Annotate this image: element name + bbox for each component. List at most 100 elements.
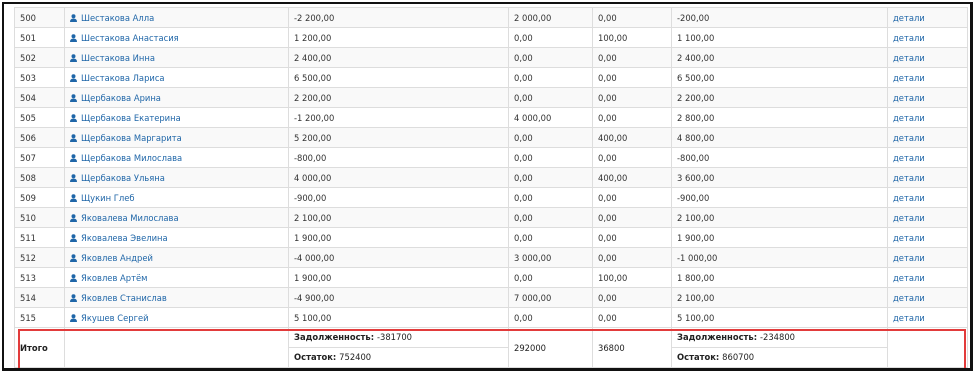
totals-start-cell: Задолженность: -381700 Остаток: 752400 — [288, 327, 509, 368]
details-link[interactable]: детали — [893, 53, 925, 63]
person-link[interactable]: Яковалева Милослава — [70, 213, 179, 223]
person-link[interactable]: Шестакова Инна — [70, 53, 155, 63]
row-start-value: -800,00 — [288, 147, 509, 168]
row-col3-value: 0,00 — [592, 187, 672, 208]
person-link[interactable]: Яковалева Эвелина — [70, 233, 168, 243]
row-name-cell: Шестакова Алла — [64, 7, 289, 28]
totals-section: Итого Задолженность: -381700 Остаток: 75… — [14, 327, 968, 368]
details-link[interactable]: детали — [893, 113, 925, 123]
row-details-cell: детали — [887, 187, 968, 208]
row-id: 508 — [14, 167, 65, 188]
row-col2-value: 7 000,00 — [508, 287, 593, 308]
details-link[interactable]: детали — [893, 13, 925, 23]
row-col2-value: 0,00 — [508, 127, 593, 148]
details-link[interactable]: детали — [893, 293, 925, 303]
accounts-table: 500 Шестакова Алла -2 200,00 2 000,00 0,00 -2… — [14, 7, 968, 368]
details-link[interactable]: детали — [893, 133, 925, 143]
row-col2-value: 0,00 — [508, 67, 593, 88]
row-col3-value: 0,00 — [592, 87, 672, 108]
person-link[interactable]: Шестакова Анастасия — [70, 33, 179, 43]
details-link[interactable]: детали — [893, 213, 925, 223]
row-details-cell: детали — [887, 7, 968, 28]
debt-end-value: -234800 — [759, 332, 795, 342]
row-col3-value: 0,00 — [592, 307, 672, 328]
totals-row: Итого Задолженность: -381700 Остаток: 75… — [14, 327, 968, 368]
user-icon — [70, 113, 77, 122]
row-col3-value: 0,00 — [592, 207, 672, 228]
row-col3-value: 0,00 — [592, 147, 672, 168]
table-row: 504 Щербакова Арина 2 200,00 0,00 0,00 2 200,… — [14, 87, 968, 108]
row-start-value: 2 200,00 — [288, 87, 509, 108]
row-start-value: 2 100,00 — [288, 207, 509, 228]
row-col2-value: 0,00 — [508, 147, 593, 168]
row-name-cell: Щербакова Милослава — [64, 147, 289, 168]
row-end-value: 2 200,00 — [671, 87, 888, 108]
row-end-value: 2 100,00 — [671, 287, 888, 308]
row-details-cell: детали — [887, 287, 968, 308]
details-link[interactable]: детали — [893, 313, 925, 323]
person-link[interactable]: Щербакова Екатерина — [70, 113, 181, 123]
row-col3-value: 0,00 — [592, 47, 672, 68]
row-end-value: 5 100,00 — [671, 307, 888, 328]
table-row: 507 Щербакова Милослава -800,00 0,00 0,00 -80… — [14, 147, 968, 168]
person-link[interactable]: Шестакова Лариса — [70, 73, 165, 83]
row-start-value: -2 200,00 — [288, 7, 509, 28]
user-icon — [70, 233, 77, 242]
details-link[interactable]: детали — [893, 253, 925, 263]
user-icon — [70, 173, 77, 182]
table-row: 511 Яковалева Эвелина 1 900,00 0,00 0,00 1 90… — [14, 227, 968, 248]
user-icon — [70, 273, 77, 282]
person-name: Щербакова Арина — [81, 92, 161, 103]
row-col3-value: 100,00 — [592, 27, 672, 48]
details-link[interactable]: детали — [893, 233, 925, 243]
details-link[interactable]: детали — [893, 73, 925, 83]
row-details-cell: детали — [887, 27, 968, 48]
details-link[interactable]: детали — [893, 193, 925, 203]
row-start-value: 5 100,00 — [288, 307, 509, 328]
row-start-value: -4 000,00 — [288, 247, 509, 268]
table-viewport: 500 Шестакова Алла -2 200,00 2 000,00 0,00 -2… — [2, 2, 973, 371]
person-name: Яковлев Андрей — [81, 252, 153, 263]
user-icon — [70, 53, 77, 62]
row-details-cell: детали — [887, 307, 968, 328]
row-name-cell: Шестакова Анастасия — [64, 27, 289, 48]
person-name: Щербакова Маргарита — [81, 132, 182, 143]
person-link[interactable]: Шестакова Алла — [70, 13, 154, 23]
user-icon — [70, 13, 77, 22]
user-icon — [70, 293, 77, 302]
row-details-cell: детали — [887, 247, 968, 268]
user-icon — [70, 93, 77, 102]
balance-end-label: Остаток: — [677, 352, 720, 362]
person-link[interactable]: Яковлев Андрей — [70, 253, 153, 263]
person-link[interactable]: Щербакова Ульяна — [70, 173, 165, 183]
row-id: 503 — [14, 67, 65, 88]
person-link[interactable]: Щербакова Маргарита — [70, 133, 182, 143]
person-link[interactable]: Щербакова Милослава — [70, 153, 182, 163]
person-link[interactable]: Яковлев Артём — [70, 273, 147, 283]
row-end-value: 1 900,00 — [671, 227, 888, 248]
user-icon — [70, 213, 77, 222]
details-link[interactable]: детали — [893, 173, 925, 183]
row-col2-value: 0,00 — [508, 27, 593, 48]
debt-start-label: Задолженность: — [294, 332, 375, 342]
row-start-value: 2 400,00 — [288, 47, 509, 68]
person-name: Шестакова Анастасия — [81, 32, 179, 43]
row-end-value: 2 100,00 — [671, 207, 888, 228]
row-end-value: 3 600,00 — [671, 167, 888, 188]
person-link[interactable]: Щербакова Арина — [70, 93, 161, 103]
row-start-value: 5 200,00 — [288, 127, 509, 148]
person-name: Якушев Сергей — [81, 312, 149, 323]
user-icon — [70, 33, 77, 42]
person-link[interactable]: Яковлев Станислав — [70, 293, 167, 303]
details-link[interactable]: детали — [893, 33, 925, 43]
row-col2-value: 0,00 — [508, 87, 593, 108]
row-col3-value: 0,00 — [592, 107, 672, 128]
details-link[interactable]: детали — [893, 273, 925, 283]
details-link[interactable]: детали — [893, 93, 925, 103]
table-row: 503 Шестакова Лариса 6 500,00 0,00 0,00 6 500… — [14, 67, 968, 88]
row-start-value: -4 900,00 — [288, 287, 509, 308]
details-link[interactable]: детали — [893, 153, 925, 163]
person-name: Шестакова Алла — [81, 12, 155, 23]
person-link[interactable]: Якушев Сергей — [70, 313, 149, 323]
person-link[interactable]: Щукин Глеб — [70, 193, 135, 203]
